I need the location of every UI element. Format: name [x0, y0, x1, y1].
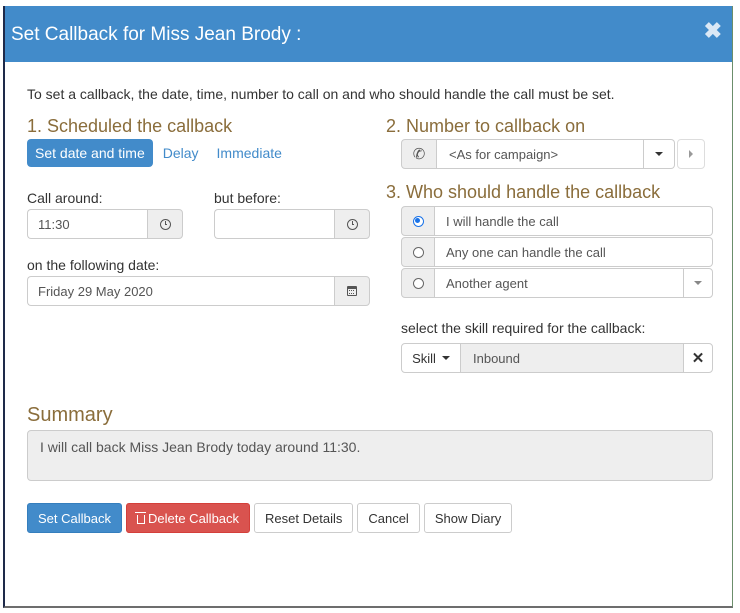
skill-button-label: Skill [412, 350, 436, 366]
date-label: on the following date: [27, 257, 160, 273]
trash-icon [134, 511, 146, 524]
schedule-title: 1. Scheduled the callback [27, 116, 233, 136]
skill-dropdown-button[interactable]: Skill [401, 343, 461, 373]
but-before-label: but before: [214, 190, 281, 206]
delete-callback-button[interactable]: Delete Callback [125, 503, 251, 533]
skill-input[interactable]: Inbound [461, 343, 683, 373]
dialog-header: Set Callback for Miss Jean Brody : ✖ [5, 6, 732, 62]
handler-option-label[interactable]: Any one can handle the call [435, 237, 713, 267]
summary-title: Summary [27, 404, 113, 426]
show-diary-label: Show Diary [434, 510, 502, 526]
set-callback-label: Set Callback [38, 510, 111, 526]
agent-dropdown-button[interactable] [683, 268, 713, 298]
cancel-button[interactable]: Cancel [357, 503, 420, 533]
number-select[interactable]: <As for campaign> [437, 139, 644, 169]
set-callback-button[interactable]: Set Callback [27, 503, 122, 533]
radio-cell[interactable] [401, 237, 435, 267]
handler-option-self[interactable]: I will handle the call [401, 206, 713, 236]
tab-immediate[interactable]: Immediate [209, 139, 290, 167]
caret-down-icon [655, 152, 663, 156]
radio-self[interactable] [412, 215, 424, 227]
date-input[interactable]: Friday 29 May 2020 [27, 276, 334, 306]
number-dropdown-button[interactable] [644, 139, 675, 169]
clock-icon [159, 218, 171, 230]
radio-another-agent[interactable] [412, 277, 424, 289]
caret-right-icon [689, 150, 693, 158]
show-diary-button[interactable]: Show Diary [423, 503, 513, 533]
intro-text: To set a callback, the date, time, numbe… [27, 86, 615, 102]
schedule-tabs: Set date and time Delay Immediate [27, 139, 292, 167]
handler-option-label[interactable]: Another agent [435, 268, 684, 298]
tab-delay[interactable]: Delay [155, 139, 207, 167]
set-callback-dialog: Set Callback for Miss Jean Brody : ✖ To … [3, 6, 733, 608]
call-around-clock-button[interactable] [147, 209, 183, 239]
radio-cell[interactable] [401, 206, 435, 236]
cancel-label: Cancel [368, 510, 409, 526]
action-buttons: Set Callback Delete Callback Reset Detai… [27, 503, 513, 533]
clock-icon [346, 218, 358, 230]
but-before-group [214, 209, 370, 239]
skill-group: Skill Inbound ✕ [401, 343, 713, 373]
dialog-title: Set Callback for Miss Jean Brody : [11, 24, 302, 45]
summary-text: I will call back Miss Jean Brody today a… [27, 430, 713, 481]
number-title: 2. Number to callback on [386, 116, 586, 136]
delete-callback-label: Delete Callback [147, 510, 240, 526]
call-around-input[interactable]: 11:30 [27, 209, 147, 239]
reset-details-label: Reset Details [265, 510, 343, 526]
clear-skill-icon[interactable]: ✕ [683, 343, 713, 373]
number-next-button[interactable] [677, 139, 705, 169]
handler-option-anyone[interactable]: Any one can handle the call [401, 237, 713, 267]
handler-title: 3. Who should handle the callback [386, 182, 661, 202]
reset-details-button[interactable]: Reset Details [254, 503, 354, 533]
handler-option-another-agent[interactable]: Another agent [401, 268, 713, 298]
calendar-icon [347, 286, 357, 296]
call-around-group: 11:30 [27, 209, 183, 239]
date-group: Friday 29 May 2020 [27, 276, 370, 306]
but-before-input[interactable] [214, 209, 334, 239]
skill-label: select the skill required for the callba… [401, 320, 646, 336]
caret-down-icon [694, 281, 702, 285]
radio-anyone[interactable] [412, 246, 424, 258]
caret-down-icon [441, 356, 450, 360]
number-group: ✆ <As for campaign> [401, 139, 705, 169]
call-around-label: Call around: [27, 190, 103, 206]
date-calendar-button[interactable] [334, 276, 370, 306]
close-icon[interactable]: ✖ [704, 18, 722, 44]
handler-option-label[interactable]: I will handle the call [435, 206, 713, 236]
tab-set-date-and-time[interactable]: Set date and time [27, 139, 153, 167]
radio-cell[interactable] [401, 268, 435, 298]
phone-icon: ✆ [401, 139, 437, 169]
but-before-clock-button[interactable] [334, 209, 370, 239]
